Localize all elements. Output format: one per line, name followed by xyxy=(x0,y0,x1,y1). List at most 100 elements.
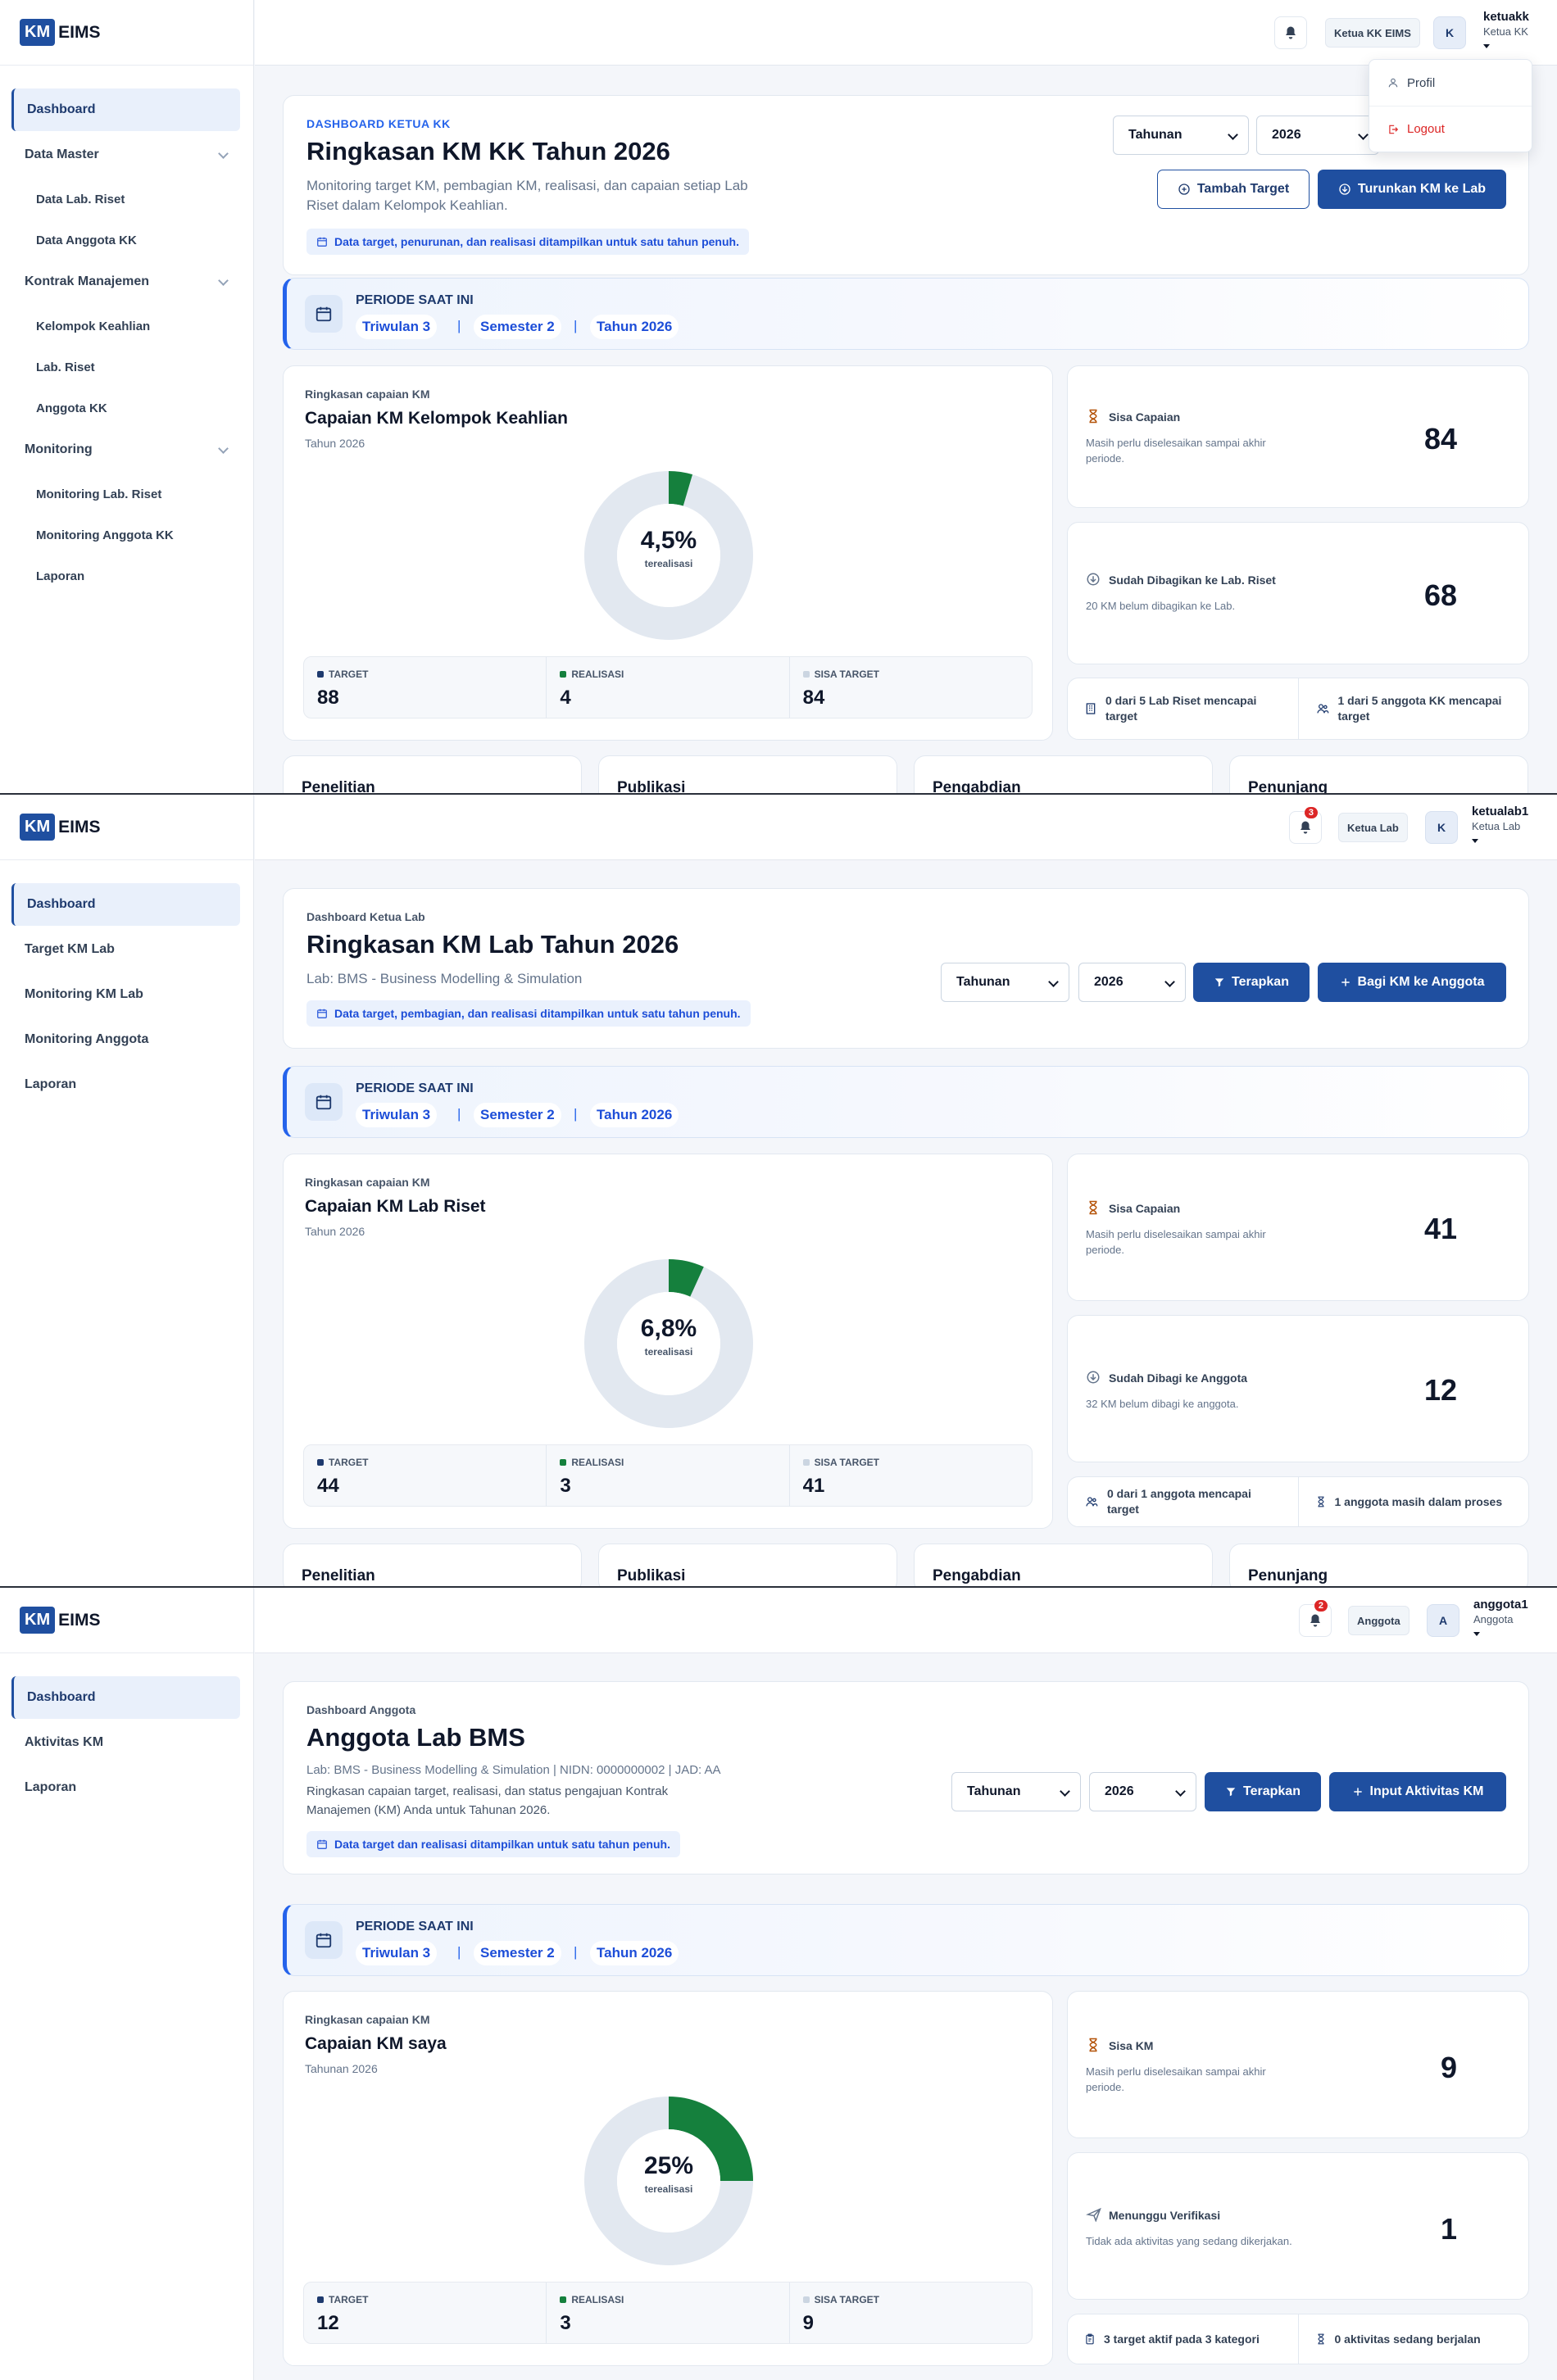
role-chip: Anggota xyxy=(1348,1606,1409,1635)
sidebar-item-lab-riset[interactable]: Lab. Riset xyxy=(0,347,253,388)
category-card-penelitian[interactable]: Penelitian xyxy=(283,755,582,793)
logo-km-mark: KM xyxy=(20,814,56,841)
stat-value: 4 xyxy=(560,687,571,709)
sidebar-item-dashboard[interactable]: Dashboard xyxy=(11,1676,240,1719)
card-title: Sisa Capaian xyxy=(1109,410,1181,424)
user-menu-toggle[interactable]: ketuakk Ketua KK xyxy=(1483,10,1529,48)
ketua-lab-dashboard-screen: KM EIMS Dashboard Target KM Lab Monitori… xyxy=(0,793,1557,1586)
download-circle-icon xyxy=(1339,184,1350,195)
hourglass-icon xyxy=(1317,2333,1324,2345)
lab-target-status: 0 dari 5 Lab Riset mencapai target xyxy=(1068,678,1299,739)
category-card-pengabdian[interactable]: Pengabdian xyxy=(914,1544,1213,1586)
period-label: PERIODE SAAT INI xyxy=(356,1920,474,1933)
add-target-button[interactable]: Tambah Target xyxy=(1157,170,1310,209)
sidebar-item-dashboard[interactable]: Dashboard xyxy=(11,883,240,926)
target-status-card: 0 dari 1 anggota mencapai target 1 anggo… xyxy=(1067,1476,1529,1527)
hourglass-icon xyxy=(1089,1200,1097,1215)
sidebar-item-monitoring-anggota[interactable]: Monitoring Anggota xyxy=(11,1018,240,1061)
donut-percent-label: 25% xyxy=(643,2152,694,2179)
year-select[interactable]: 2026 xyxy=(1089,1772,1196,1811)
avatar[interactable]: K xyxy=(1433,16,1466,49)
sidebar-group-kontrak-manajemen[interactable]: Kontrak Manajemen xyxy=(11,261,240,303)
sidebar-item-data-lab-riset[interactable]: Data Lab. Riset xyxy=(0,179,253,220)
info-note: Data target dan realisasi ditampilkan un… xyxy=(306,1831,680,1857)
paper-plane-icon xyxy=(1086,2207,1101,2222)
sidebar-item-monitoring-km-lab[interactable]: Monitoring KM Lab xyxy=(11,973,240,1016)
apply-filter-button[interactable]: Terapkan xyxy=(1193,963,1310,1002)
sidebar-group-monitoring[interactable]: Monitoring xyxy=(11,428,240,471)
period-type-select[interactable]: Tahunan xyxy=(951,1772,1081,1811)
turunkan-km-button[interactable]: Turunkan KM ke Lab xyxy=(1318,170,1506,209)
donut-slice-realisasi xyxy=(668,1259,704,1298)
current-period-banner: PERIODE SAAT INI Triwulan 3 | Semester 2… xyxy=(283,1066,1529,1138)
category-card-penelitian[interactable]: Penelitian xyxy=(283,1544,582,1586)
sidebar-item-label: Monitoring Anggota xyxy=(25,1032,149,1046)
sidebar-item-aktivitas-km[interactable]: Aktivitas KM xyxy=(11,1721,240,1764)
target-status-card: 0 dari 5 Lab Riset mencapai target 1 dar… xyxy=(1067,678,1529,740)
sidebar-item-monitoring-lab-riset[interactable]: Monitoring Lab. Riset xyxy=(0,474,253,515)
download-circle-icon xyxy=(1087,573,1100,586)
category-card-publikasi[interactable]: Publikasi xyxy=(598,755,897,793)
avatar[interactable]: K xyxy=(1425,811,1458,844)
user-menu-toggle[interactable]: anggota1 Anggota xyxy=(1473,1598,1528,1636)
user-role: Ketua KK xyxy=(1483,25,1528,38)
card-subtitle: Tahun 2026 xyxy=(305,1225,365,1238)
year-select[interactable]: 2026 xyxy=(1078,963,1186,1002)
sidebar-item-laporan[interactable]: Laporan xyxy=(0,555,253,596)
card-subtitle: Tahun 2026 xyxy=(305,437,365,450)
category-card-pengabdian[interactable]: Pengabdian xyxy=(914,755,1213,793)
donut-caption: terealisasi xyxy=(644,558,693,569)
sidebar-item-anggota-kk[interactable]: Anggota KK xyxy=(0,388,253,428)
bell-icon xyxy=(1286,26,1296,39)
notification-button[interactable] xyxy=(1274,16,1307,49)
period-divider: | xyxy=(457,318,461,333)
stat-realisasi: REALISASI 3 xyxy=(547,1445,790,1506)
sidebar-item-kelompok-keahlian[interactable]: Kelompok Keahlian xyxy=(0,306,253,347)
category-card-penunjang[interactable]: Penunjang xyxy=(1229,1544,1528,1586)
remaining-value: 9 xyxy=(1440,2051,1458,2084)
input-aktivitas-button[interactable]: Input Aktivitas KM xyxy=(1329,1772,1506,1811)
brand-logo[interactable]: KM EIMS xyxy=(0,795,253,860)
brand-logo[interactable]: KM EIMS xyxy=(0,0,253,66)
stat-sisa-target: SISA TARGET 9 xyxy=(790,2283,1032,2343)
distributed-to-member-card: Sudah Dibagi ke Anggota 32 KM belum diba… xyxy=(1067,1315,1529,1462)
stat-value: 88 xyxy=(317,687,339,709)
period-tahun: Tahun 2026 xyxy=(590,1941,679,1965)
page-header-card: Dashboard Anggota Anggota Lab BMS Lab: B… xyxy=(283,1681,1529,1875)
sidebar-item-laporan[interactable]: Laporan xyxy=(11,1063,240,1106)
stat-label: SISA TARGET xyxy=(814,2294,879,2305)
sidebar-item-data-anggota-kk[interactable]: Data Anggota KK xyxy=(0,220,253,261)
year-select[interactable]: 2026 xyxy=(1256,116,1379,155)
sidebar-item-dashboard[interactable]: Dashboard xyxy=(11,88,240,131)
notification-button[interactable]: 2 xyxy=(1299,1600,1332,1637)
notification-count-badge: 2 xyxy=(1314,1600,1328,1612)
stat-label: SISA TARGET xyxy=(814,669,879,680)
logo-eims-text: EIMS xyxy=(58,817,101,836)
anggota-dashboard-screen: KM EIMS Dashboard Aktivitas KM Laporan 2… xyxy=(0,1586,1557,2380)
period-type-select[interactable]: Tahunan xyxy=(941,963,1069,1002)
remaining-km-card: Sisa KM Masih perlu diselesaikan sampai … xyxy=(1067,1991,1529,2138)
logout-menu-item[interactable]: Logout xyxy=(1369,106,1532,152)
apply-filter-button[interactable]: Terapkan xyxy=(1205,1772,1321,1811)
brand-logo[interactable]: KM EIMS xyxy=(0,1588,253,1653)
calendar-icon xyxy=(305,1921,343,1959)
menu-item-label: Logout xyxy=(1407,122,1445,136)
avatar[interactable]: A xyxy=(1427,1604,1459,1637)
notification-button[interactable]: 3 xyxy=(1289,807,1322,844)
category-card-penunjang[interactable]: Penunjang xyxy=(1229,755,1528,793)
sidebar-item-target-km-lab[interactable]: Target KM Lab xyxy=(11,928,240,971)
category-card-publikasi[interactable]: Publikasi xyxy=(598,1544,897,1586)
bagi-km-button[interactable]: Bagi KM ke Anggota xyxy=(1318,963,1506,1002)
sidebar-item-laporan[interactable]: Laporan xyxy=(11,1766,240,1809)
role-chip: Ketua KK EIMS xyxy=(1325,18,1420,48)
period-type-select[interactable]: Tahunan xyxy=(1113,116,1249,155)
chevron-down-icon xyxy=(218,274,229,286)
notification-count-badge: 3 xyxy=(1304,807,1318,818)
km-achievement-card: Ringkasan capaian KM Capaian KM Kelompok… xyxy=(283,365,1053,741)
sidebar-group-data-master[interactable]: Data Master xyxy=(11,134,240,176)
calendar-icon xyxy=(317,1839,327,1849)
chevron-down-icon xyxy=(218,147,229,159)
user-menu-toggle[interactable]: ketualab1 Ketua Lab xyxy=(1472,805,1528,843)
sidebar-item-monitoring-anggota-kk[interactable]: Monitoring Anggota KK xyxy=(0,515,253,555)
profile-menu-item[interactable]: Profil xyxy=(1369,60,1532,106)
